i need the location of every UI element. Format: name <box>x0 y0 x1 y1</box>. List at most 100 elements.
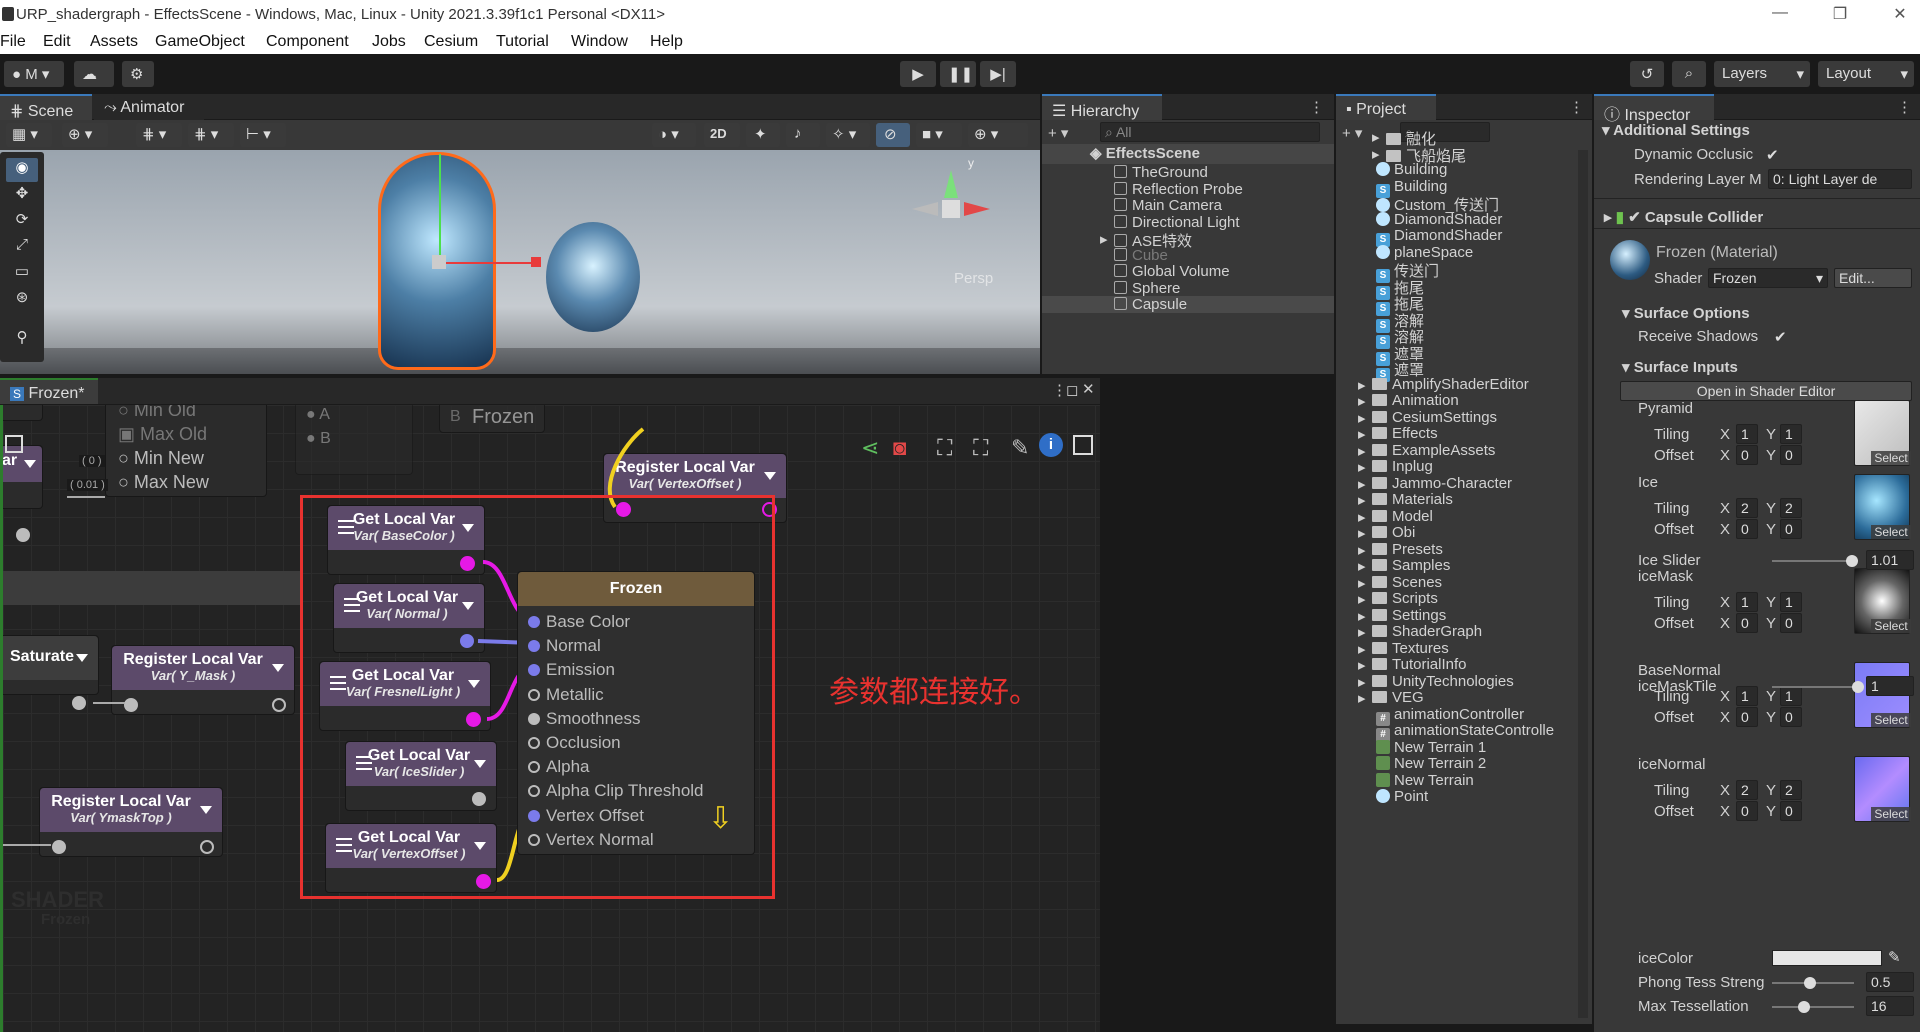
texture-thumbnail[interactable]: Select <box>1854 568 1911 634</box>
globe-icon[interactable]: ⊕ ▾ <box>62 123 108 147</box>
project-item[interactable]: ▸ Scenes <box>1336 574 1442 592</box>
ice-slider-handle[interactable] <box>1846 555 1858 567</box>
max-tess-handle[interactable] <box>1798 1001 1810 1013</box>
rendering-layer-dropdown[interactable]: 0: Light Layer de <box>1768 169 1912 189</box>
project-item[interactable]: ▸ Model <box>1336 508 1433 526</box>
share-icon[interactable]: ⋖ <box>861 435 879 461</box>
expand-arrow-icon[interactable]: ▸ <box>1358 491 1366 509</box>
project-item[interactable]: ▸ TutorialInfo <box>1336 656 1466 674</box>
project-item[interactable]: New Terrain 1 <box>1336 739 1486 756</box>
offset-y-field[interactable]: 0 <box>1780 445 1802 465</box>
tab-animator[interactable]: ⤳ Animator <box>94 94 204 120</box>
graph-maximize-icon[interactable]: ◻ <box>1066 381 1078 399</box>
tiling-y-field[interactable]: 1 <box>1780 686 1802 706</box>
collab-icon[interactable]: ⚙ <box>122 61 154 87</box>
project-item[interactable]: ▸ ExampleAssets <box>1336 442 1495 460</box>
expand-arrow-icon[interactable]: ▸ <box>1358 425 1366 443</box>
focus-icon[interactable]: ⛶ <box>937 435 952 461</box>
project-item[interactable]: DiamondShader <box>1336 211 1502 228</box>
expand-arrow-icon[interactable]: ▸ <box>1358 475 1366 493</box>
project-item[interactable]: ▸ Animation <box>1336 392 1459 410</box>
light-icon[interactable]: ✦ <box>746 123 780 147</box>
expand-arrow-icon[interactable]: ▸ <box>1358 376 1366 394</box>
offset-y-field[interactable]: 0 <box>1780 519 1802 539</box>
toggle-2d-button[interactable]: 2D <box>704 123 740 147</box>
tiling-x-field[interactable]: 2 <box>1736 498 1758 518</box>
visibility-icon[interactable]: ⊘ <box>876 123 910 147</box>
project-scrollbar[interactable] <box>1578 150 1588 1018</box>
gizmo-x-handle[interactable] <box>531 257 541 267</box>
info-icon[interactable]: i <box>1039 433 1063 457</box>
tiling-x-field[interactable]: 1 <box>1736 686 1758 706</box>
capsule-collider-header[interactable]: ▸ ▮ ✔ Capsule Collider <box>1604 208 1763 226</box>
play-button[interactable]: ▶ <box>900 61 936 87</box>
expand-arrow-icon[interactable]: ▸ <box>1358 557 1366 575</box>
project-item[interactable]: ▸ Textures <box>1336 640 1449 658</box>
project-item[interactable]: New Terrain 2 <box>1336 755 1486 772</box>
hierarchy-item[interactable]: Global Volume <box>1042 263 1334 280</box>
account-dropdown[interactable]: ● M ▾ <box>4 61 64 87</box>
hierarchy-add-button[interactable]: + ▾ <box>1048 124 1068 142</box>
screenshot-icon[interactable]: ◙ <box>893 435 906 461</box>
texture-select-button[interactable]: Select <box>1871 807 1911 821</box>
ice-slider-track[interactable] <box>1772 560 1854 562</box>
tiling-x-field[interactable]: 1 <box>1736 592 1758 612</box>
scene-viewport[interactable]: y Persp <box>0 150 1040 374</box>
search-icon[interactable]: ⌕ <box>1672 61 1706 87</box>
offset-x-field[interactable]: 0 <box>1736 801 1758 821</box>
layout-dropdown[interactable]: Layout ▾ <box>1818 61 1914 87</box>
shader-edit-button[interactable]: Edit... <box>1834 268 1912 288</box>
max-tess-value[interactable]: 16 <box>1866 996 1914 1016</box>
hierarchy-item[interactable]: Reflection Probe <box>1042 181 1334 198</box>
expand-arrow-icon[interactable]: ▸ <box>1358 607 1366 625</box>
lighting-icon[interactable]: ◑ ▾ <box>652 123 696 147</box>
tab-scene[interactable]: ⋕ Scene <box>0 94 92 120</box>
draw-mode-dropdown[interactable]: ▦ ▾ <box>6 123 52 147</box>
snap-increment-icon[interactable]: ⋕ ▾ <box>188 123 234 147</box>
clean-icon[interactable]: ✎ <box>1011 435 1029 461</box>
expand-arrow-icon[interactable]: ▸ <box>1372 128 1380 146</box>
menu-tutorial[interactable]: Tutorial <box>496 33 549 51</box>
tiling-y-field[interactable]: 1 <box>1780 592 1802 612</box>
project-item[interactable]: ▸ Materials <box>1336 491 1453 509</box>
project-item[interactable]: ▸ Effects <box>1336 425 1438 443</box>
project-item[interactable]: ▸ ShaderGraph <box>1336 623 1482 641</box>
menu-assets[interactable]: Assets <box>90 33 138 51</box>
expand-arrow-icon[interactable]: ▸ <box>1358 541 1366 559</box>
offset-y-field[interactable]: 0 <box>1780 801 1802 821</box>
menu-cesium[interactable]: Cesium <box>424 33 478 51</box>
gizmo-y-axis[interactable] <box>439 154 441 262</box>
audio-icon[interactable]: ♪ <box>786 123 820 147</box>
hierarchy-scene-root[interactable]: ◈ EffectsScene <box>1042 144 1334 164</box>
expand-arrow-icon[interactable]: ▸ <box>1358 623 1366 641</box>
offset-x-field[interactable]: 0 <box>1736 519 1758 539</box>
menu-window[interactable]: Window <box>571 33 628 51</box>
tiling-y-field[interactable]: 2 <box>1780 498 1802 518</box>
tiling-y-field[interactable]: 1 <box>1780 424 1802 444</box>
project-item[interactable]: planeSpace <box>1336 244 1473 261</box>
project-item[interactable]: ▸ CesiumSettings <box>1336 409 1497 427</box>
tiling-x-field[interactable]: 1 <box>1736 424 1758 444</box>
icemask-tile-handle[interactable] <box>1852 681 1864 693</box>
project-item[interactable]: ▸ AmplifyShaderEditor <box>1336 376 1529 394</box>
menu-gameobject[interactable]: GameObject <box>155 33 245 51</box>
hierarchy-item[interactable]: Cube <box>1042 247 1334 264</box>
minimize-button[interactable]: — <box>1760 4 1800 26</box>
hierarchy-item[interactable]: TheGround <box>1042 164 1334 181</box>
icemask-tile-value[interactable]: 1 <box>1866 676 1914 696</box>
rotate-tool-icon[interactable]: ⟳ <box>6 210 38 234</box>
open-shader-editor-button[interactable]: Open in Shader Editor <box>1620 381 1912 401</box>
offset-x-field[interactable]: 0 <box>1736 707 1758 727</box>
project-item[interactable]: ▸ Inplug <box>1336 458 1433 476</box>
effects-icon[interactable]: ✧ ▾ <box>826 123 870 147</box>
layers-dropdown[interactable]: Layers ▾ <box>1714 61 1810 87</box>
tab-inspector[interactable]: ⓘ Inspector <box>1594 94 1714 124</box>
offset-x-field[interactable]: 0 <box>1736 445 1758 465</box>
additional-settings-foldout[interactable]: ▾ Additional Settings <box>1602 121 1750 139</box>
surface-inputs-foldout[interactable]: ▾ Surface Inputs <box>1622 358 1738 376</box>
amplify-node-editor[interactable]: ○ Min Old ▣ Max Old ○ Min New ○ Max New … <box>0 405 1100 1032</box>
shader-dropdown[interactable]: Frozen ▾ <box>1708 268 1828 288</box>
tab-project[interactable]: ▪ Project <box>1336 94 1436 120</box>
texture-select-button[interactable]: Select <box>1871 713 1911 727</box>
receive-shadows-checkbox[interactable]: ✔ <box>1774 328 1787 346</box>
